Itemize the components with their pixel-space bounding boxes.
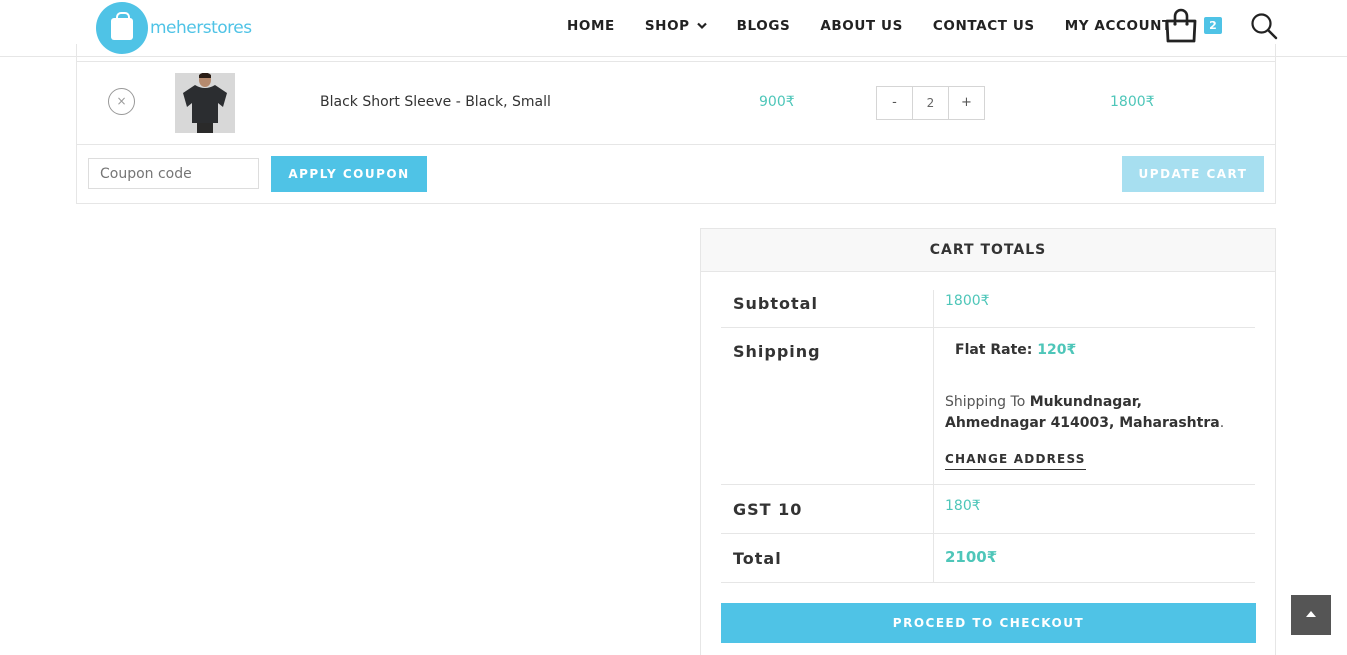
subtotal-row: Subtotal 1800₹ <box>721 290 1255 328</box>
cart-totals-panel: CART TOTALS Subtotal 1800₹ Shipping Flat… <box>700 228 1276 655</box>
product-subtotal: 1800₹ <box>1110 94 1155 110</box>
nav-item-contact-us[interactable]: CONTACT US <box>918 18 1050 34</box>
quantity-increase-button[interactable]: + <box>948 87 984 119</box>
flat-rate-amount: 120₹ <box>1037 342 1077 358</box>
scroll-to-top-button[interactable] <box>1291 595 1331 635</box>
cart-table: × Black Short Sleeve - Black, Small 900₹… <box>76 44 1276 204</box>
cart-row: × Black Short Sleeve - Black, Small 900₹… <box>77 62 1275 145</box>
cart-count-badge[interactable]: 2 <box>1204 17 1222 34</box>
chevron-down-icon <box>696 22 707 30</box>
nav-item-blogs[interactable]: BLOGS <box>722 18 806 34</box>
nav-item-home[interactable]: HOME <box>552 18 630 34</box>
product-name-link[interactable]: Black Short Sleeve - Black, Small <box>320 94 551 110</box>
shipping-to-prefix: Shipping To <box>945 394 1026 410</box>
quantity-decrease-button[interactable]: - <box>877 87 913 119</box>
subtotal-label: Subtotal <box>733 294 818 313</box>
change-address-link[interactable]: CHANGE ADDRESS <box>945 452 1086 470</box>
shopping-bag-icon[interactable] <box>1164 7 1198 43</box>
shipping-destination: Shipping To Mukundnagar, Ahmednagar 4140… <box>945 394 1225 431</box>
update-cart-button[interactable]: UPDATE CART <box>1122 156 1264 192</box>
flat-rate-option: Flat Rate: 120₹ <box>955 342 1076 358</box>
total-value: 2100₹ <box>945 548 998 566</box>
tshirt-image <box>175 73 235 133</box>
coupon-code-input[interactable] <box>88 158 259 189</box>
subtotal-value: 1800₹ <box>945 293 990 309</box>
proceed-to-checkout-button[interactable]: PROCEED TO CHECKOUT <box>721 603 1256 643</box>
nav-item-about-us[interactable]: ABOUT US <box>805 18 918 34</box>
product-thumbnail[interactable] <box>175 73 235 133</box>
gst-label: GST 10 <box>733 500 803 519</box>
total-label: Total <box>733 549 782 568</box>
total-row: Total 2100₹ <box>721 534 1255 583</box>
nav-item-shop-label: SHOP <box>644 18 690 34</box>
gst-value: 180₹ <box>945 498 981 514</box>
arrow-up-icon <box>1306 611 1316 617</box>
remove-item-button[interactable]: × <box>108 88 135 115</box>
flat-rate-label: Flat Rate: <box>955 342 1033 358</box>
cart-totals-heading: CART TOTALS <box>701 229 1275 272</box>
search-icon[interactable] <box>1250 12 1278 40</box>
shipping-label: Shipping <box>733 342 821 361</box>
shipping-row: Shipping Flat Rate: 120₹ Shipping To Muk… <box>721 328 1255 485</box>
apply-coupon-button[interactable]: APPLY COUPON <box>271 156 427 192</box>
gst-row: GST 10 180₹ <box>721 485 1255 534</box>
quantity-input[interactable]: 2 <box>913 87 948 119</box>
quantity-stepper: - 2 + <box>876 86 985 120</box>
product-price: 900₹ <box>759 94 795 110</box>
nav-item-shop[interactable]: SHOP <box>630 18 722 34</box>
logo-text: meherstores <box>150 18 252 38</box>
